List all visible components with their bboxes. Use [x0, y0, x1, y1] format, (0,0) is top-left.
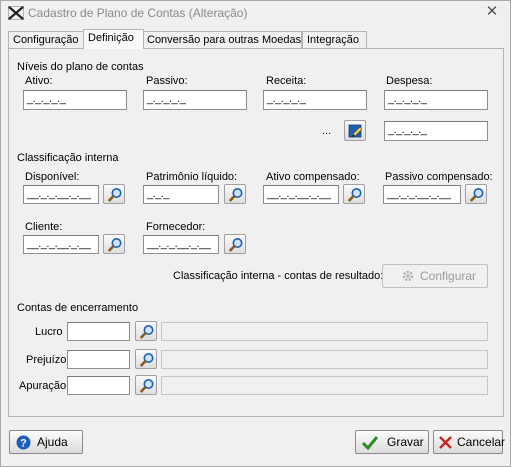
search-icon: [139, 325, 154, 339]
passivo-compensado-search-button[interactable]: [465, 184, 487, 204]
passivo-label: Passivo:: [146, 75, 188, 87]
encerramento-heading: Contas de encerramento: [17, 302, 139, 314]
title-bar: Cadastro de Plano de Contas (Alteração) …: [1, 1, 510, 25]
edit-button[interactable]: [344, 120, 366, 141]
search-icon: [139, 353, 154, 367]
receita-field[interactable]: _._._._._: [263, 90, 367, 110]
prejuizo-search-button[interactable]: [135, 349, 157, 369]
patrimonio-search-button[interactable]: [224, 184, 246, 204]
despesa-field[interactable]: _._._._._: [384, 90, 488, 110]
tab-integracao[interactable]: Integração: [302, 31, 367, 48]
apuracao-search-button[interactable]: [135, 375, 157, 395]
tab-definicao[interactable]: Definição: [83, 29, 144, 49]
passivo-compensado-field[interactable]: __._._.__._.__: [383, 185, 461, 204]
ajuda-button[interactable]: ? Ajuda: [9, 430, 83, 454]
ativo-label: Ativo:: [25, 75, 53, 87]
window-title: Cadastro de Plano de Contas (Alteração): [28, 6, 248, 20]
gravar-button[interactable]: Gravar: [355, 430, 429, 454]
passivo-compensado-label: Passivo compensado:: [385, 171, 493, 183]
extra-nivel-field[interactable]: _._._._._: [384, 121, 488, 141]
cliente-field[interactable]: __._._.__._.__: [23, 235, 99, 254]
lucro-label: Lucro: [35, 326, 63, 338]
passivo-field[interactable]: _._._._._: [143, 90, 247, 110]
search-icon: [228, 188, 243, 202]
lucro-field[interactable]: [67, 322, 130, 341]
despesa-label: Despesa:: [386, 75, 433, 87]
search-icon: [228, 238, 243, 252]
search-icon: [107, 238, 122, 252]
cliente-search-button[interactable]: [103, 234, 125, 254]
fornecedor-label: Fornecedor:: [146, 221, 206, 233]
tab-configuracao[interactable]: Configuração: [8, 31, 85, 48]
cancel-x-icon: [439, 436, 452, 449]
fornecedor-search-button[interactable]: [224, 234, 246, 254]
cliente-label: Cliente:: [25, 221, 63, 233]
apuracao-label: Apuração: [19, 380, 67, 392]
configurar-button[interactable]: Configurar: [382, 264, 488, 288]
classificacao-heading: Classificação interna: [17, 152, 119, 164]
disponivel-label: Disponível:: [25, 171, 80, 183]
checkmark-icon: [362, 436, 378, 450]
receita-label: Receita:: [266, 75, 307, 87]
search-icon: [139, 379, 154, 393]
tab-conversao-moedas[interactable]: Conversão para outras Moedas: [142, 31, 302, 48]
prejuizo-description-field: [161, 350, 488, 369]
prejuizo-field[interactable]: [67, 350, 130, 369]
edit-pencil-icon: [348, 124, 363, 138]
patrimonio-label: Patrimônio líquido:: [146, 171, 238, 183]
disponivel-field[interactable]: __._._.__._.__: [23, 185, 99, 204]
search-icon: [107, 188, 122, 202]
dialog-window: Cadastro de Plano de Contas (Alteração) …: [0, 0, 511, 467]
ativo-compensado-label: Ativo compensado:: [266, 171, 360, 183]
resultado-label: Classificação interna - contas de result…: [173, 270, 384, 282]
disponivel-search-button[interactable]: [103, 184, 125, 204]
ativo-compensado-field[interactable]: __._._.__._.__: [263, 185, 339, 204]
close-icon[interactable]: ✕: [484, 4, 500, 20]
ellipsis-label: ...: [322, 125, 332, 137]
app-icon: [8, 6, 24, 20]
svg-text:?: ?: [20, 438, 27, 450]
lucro-description-field: [161, 322, 488, 341]
patrimonio-field[interactable]: _._._: [143, 185, 219, 204]
ativo-compensado-search-button[interactable]: [343, 184, 365, 204]
search-icon: [347, 188, 362, 202]
prejuizo-label: Prejuízo: [26, 354, 67, 366]
fornecedor-field[interactable]: __._._.__._.__: [143, 235, 219, 254]
lucro-search-button[interactable]: [135, 321, 157, 341]
search-icon: [469, 188, 484, 202]
help-icon: ?: [16, 435, 31, 450]
apuracao-field[interactable]: [67, 376, 130, 395]
ativo-field[interactable]: _._._._._: [23, 90, 127, 110]
apuracao-description-field: [161, 376, 488, 395]
gear-icon: [402, 270, 414, 282]
niveis-heading: Níveis do plano de contas: [17, 61, 144, 73]
cancelar-button[interactable]: Cancelar: [433, 430, 505, 454]
